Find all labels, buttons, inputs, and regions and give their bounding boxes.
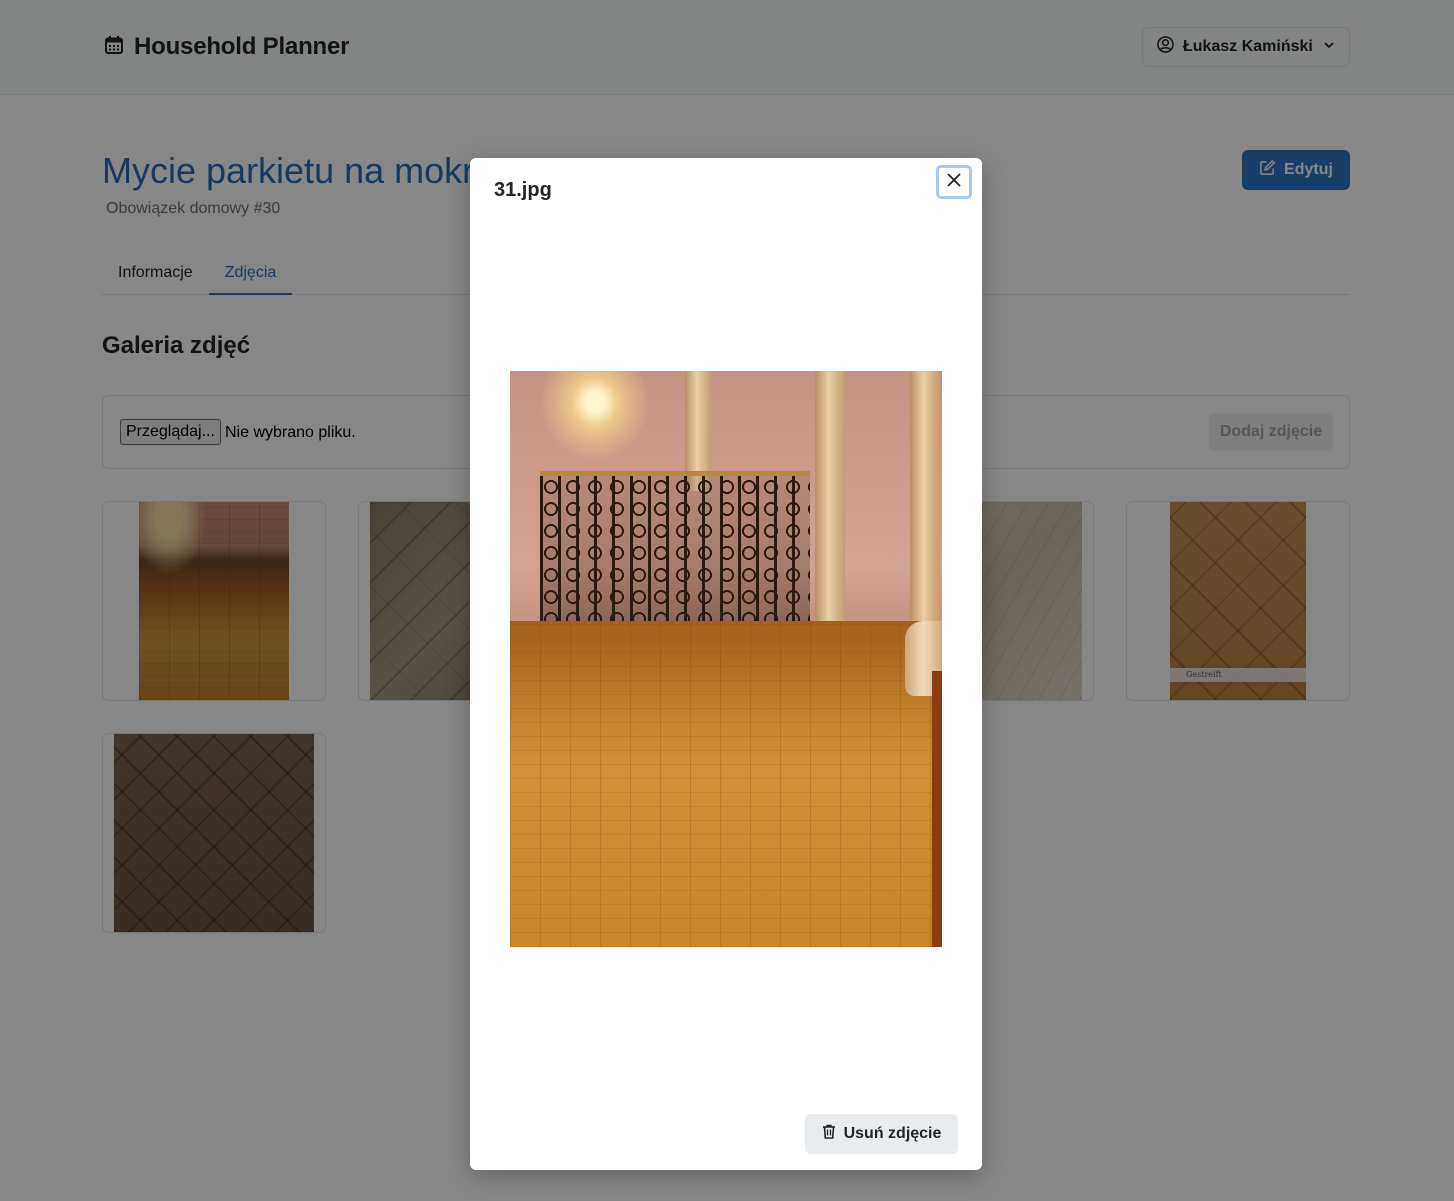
delete-photo-button[interactable]: Usuń zdjęcie [805,1114,958,1154]
photo-column [815,371,845,631]
photo-railing [540,471,810,621]
photo-lamp [540,371,650,461]
delete-label: Usuń zdjęcie [843,1125,942,1142]
photo-edge [932,671,942,947]
modal-photo [510,371,942,947]
photo-modal: 31.jpg Usuń zdjęcie [470,158,982,1170]
close-icon [947,172,961,192]
modal-title: 31.jpg [494,179,552,201]
photo-floor [510,621,942,947]
trash-icon [822,1124,836,1144]
photo-column [910,371,940,641]
close-button[interactable] [936,165,972,199]
